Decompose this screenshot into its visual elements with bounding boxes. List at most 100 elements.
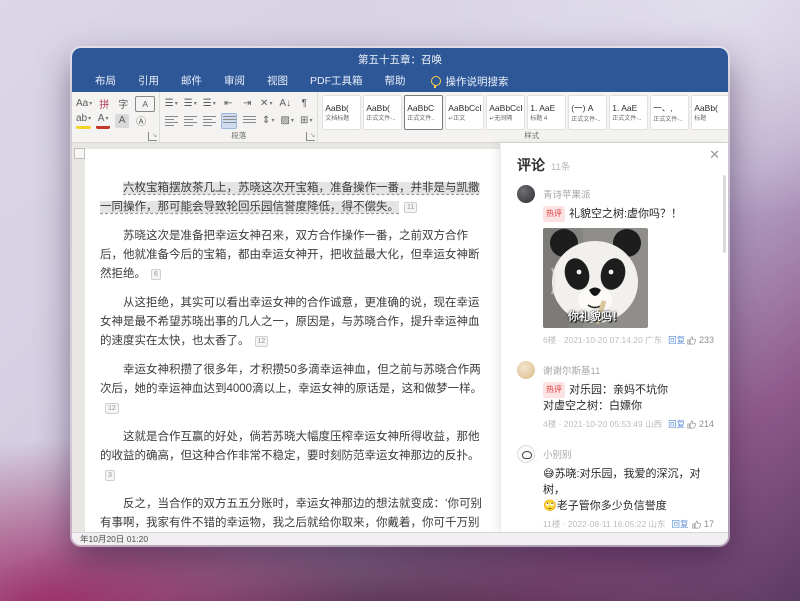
style-gallery-item[interactable]: 1. AaE 正式文件-.. — [609, 95, 648, 130]
paragraph-comment-badge[interactable]: 12 — [255, 336, 269, 347]
align-left-button[interactable] — [164, 114, 178, 128]
document-paragraph: 这就是合作互赢的好处，倘若苏晓大幅度压榨幸运女神所得收益，那他的收益的确高，但这… — [100, 428, 490, 485]
style-gallery-item[interactable]: 1. AaE 标题 4 — [527, 95, 566, 130]
align-center-button[interactable] — [183, 114, 197, 128]
paragraph-comment-badge[interactable]: 6 — [151, 269, 161, 280]
style-gallery-item[interactable]: AaBbCcD ↵无间隔 — [486, 95, 525, 130]
style-preview: 一、, — [653, 102, 686, 114]
line-spacing-button[interactable]: ⇕▾ — [261, 114, 275, 128]
style-preview: (一) A — [571, 102, 604, 114]
window-title: 第五十五章：召唤 — [358, 52, 442, 67]
paragraph-comment-badge[interactable]: 12 — [105, 403, 119, 414]
character-shading-button[interactable]: A — [115, 114, 129, 128]
comment-image-caption: 你礼貌吗！ — [543, 308, 648, 324]
ribbon-tab[interactable]: 视图 — [256, 75, 299, 87]
like-button[interactable]: 214 — [687, 419, 714, 429]
avatar[interactable] — [517, 185, 535, 203]
bullets-button[interactable]: ☰▾ — [164, 97, 178, 111]
style-preview: AaBbC — [407, 103, 440, 113]
comment-text-line: 😅苏晓:对乐园，我爱的深沉，对树， — [543, 466, 714, 498]
ribbon-tab[interactable]: 审阅 — [213, 75, 256, 87]
paragraph-dialog-launcher[interactable]: ↘ — [306, 132, 315, 141]
text-highlight-button[interactable]: ab▾ — [76, 112, 91, 129]
style-gallery-item[interactable]: AaBbC 正式文件.. — [404, 95, 443, 130]
close-icon[interactable]: ✕ — [709, 147, 720, 163]
reply-link[interactable]: 回复 — [668, 418, 685, 430]
tell-me-label: 操作说明搜索 — [446, 74, 509, 89]
style-gallery-item[interactable]: AaBb( 标题 — [691, 95, 728, 130]
avatar[interactable] — [517, 361, 535, 379]
ruler-corner-box[interactable] — [74, 148, 85, 159]
document-paragraph: 幸运女神积攒了很多年，才积攒50多滴幸运神血，但之前与苏晓合作两次后，她的幸运神… — [100, 361, 490, 418]
font-group: Aa▾ 拼 字 A ab▾ A▾ A Ⓐ ↘ — [72, 92, 159, 142]
style-label: 正式文件-.. — [653, 114, 686, 123]
distribute-button[interactable] — [242, 114, 256, 128]
like-count: 17 — [704, 519, 714, 529]
style-gallery-item[interactable]: AaBb( 文档标题 — [322, 95, 361, 130]
ribbon-tab[interactable]: 布局 — [84, 75, 127, 87]
character-scaling-button[interactable]: 字 — [116, 97, 130, 111]
lightbulb-icon — [431, 76, 441, 86]
desktop-background: 第五十五章：召唤 布局引用邮件审阅视图PDF工具箱帮助 操作说明搜索 Aa▾ 拼… — [0, 0, 800, 601]
title-bar: 第五十五章：召唤 — [72, 48, 728, 70]
tell-me-search[interactable]: 操作说明搜索 — [431, 74, 509, 89]
comment-text-line: 热评对乐园：亲妈不坑你 — [543, 382, 714, 398]
paragraph-comment-badge[interactable]: 11 — [404, 202, 417, 213]
style-preview: AaBbCcD — [489, 103, 522, 113]
numbering-button[interactable]: ☰▾ — [183, 97, 197, 111]
comment-username[interactable]: 小别别 — [543, 447, 714, 461]
ribbon-tab[interactable]: 邮件 — [170, 75, 213, 87]
document-paragraph: 反之，当合作的双方五五分账时，幸运女神那边的想法就变成：‘你可别有事啊，我家有件… — [100, 495, 490, 533]
change-case-button[interactable]: Aa▾ — [76, 97, 92, 111]
comments-count: 11条 — [551, 159, 570, 173]
comment-text-line: 热评礼貌空之树:虚你吗？！ — [543, 206, 714, 222]
paragraph-comment-badge[interactable]: 3 — [105, 470, 115, 481]
thumbs-up-icon — [687, 336, 696, 345]
align-right-button[interactable] — [202, 114, 216, 128]
borders-button[interactable]: ⊞▾ — [299, 114, 313, 128]
comments-title: 评论 — [517, 155, 545, 175]
sort-button[interactable]: A↓ — [278, 97, 292, 111]
ribbon-tab[interactable]: 引用 — [127, 75, 170, 87]
style-gallery-item[interactable]: (一) A 正式文件-.. — [568, 95, 607, 130]
phonetic-guide-button[interactable]: 拼 — [97, 97, 111, 111]
style-preview: AaBb( — [366, 103, 399, 113]
asian-layout-button[interactable]: ✕▾ — [259, 97, 273, 111]
ribbon-tab[interactable]: PDF工具箱 — [299, 75, 374, 87]
style-preview: 1. AaE — [612, 103, 645, 113]
document-paragraph: 六枚宝箱摆放茶几上，苏晓这次开宝箱，准备操作一番，并非是与凯撒一同操作，那可能会… — [100, 179, 490, 217]
status-bar: 年10月20日 01:20 — [72, 532, 728, 545]
comment-meta: 4楼 · 2021-10-20 05:53:49 山西 — [543, 418, 662, 430]
multilevel-list-button[interactable]: ☰▾ — [202, 97, 216, 111]
comment-username[interactable]: 青诗苹果派 — [543, 187, 714, 201]
decrease-indent-button[interactable]: ⇤ — [221, 97, 235, 111]
font-color-button[interactable]: A▾ — [96, 112, 110, 129]
style-gallery-item[interactable]: AaBb( 正式文件-.. — [363, 95, 402, 130]
hot-comment-badge: 热评 — [543, 206, 565, 222]
style-gallery-item[interactable]: 一、, 正式文件-.. — [650, 95, 689, 130]
style-gallery-item[interactable]: AaBbCcD ↵正文 — [445, 95, 484, 130]
enclose-characters-button[interactable]: Ⓐ — [134, 114, 148, 128]
reply-link[interactable]: 回复 — [668, 334, 685, 346]
character-border-button[interactable]: A — [135, 96, 155, 112]
avatar[interactable] — [517, 445, 535, 463]
like-button[interactable]: 17 — [692, 519, 714, 529]
like-button[interactable]: 233 — [687, 335, 714, 345]
style-gallery: AaBb( 文档标题 AaBb( 正式文件-.. AaBbC 正式文件.. Aa… — [322, 95, 728, 130]
style-label: ↵正文 — [448, 113, 481, 122]
comment-username[interactable]: 谢谢尔斯基11 — [543, 363, 714, 377]
justify-button[interactable] — [221, 113, 237, 129]
comment-image[interactable]: 你礼貌吗！ — [543, 228, 648, 328]
comment-item: 小别别 😅苏晓:对乐园，我爱的深沉，对树，🙄老子管你多少负信誉度 11楼 · 2… — [517, 445, 714, 530]
increase-indent-button[interactable]: ⇥ — [240, 97, 254, 111]
show-marks-button[interactable]: ¶ — [297, 97, 311, 111]
document-paragraph: 从这拒绝，其实可以看出幸运女神的合作诚意，更准确的说，现在幸运女神是最不希望苏晓… — [100, 294, 490, 351]
font-dialog-launcher[interactable]: ↘ — [148, 132, 157, 141]
reply-link[interactable]: 回复 — [672, 518, 689, 530]
comments-scrollbar[interactable] — [723, 175, 726, 253]
ribbon-tab[interactable]: 帮助 — [374, 75, 417, 87]
shading-button[interactable]: ▨▾ — [280, 114, 294, 128]
hot-comment-badge: 热评 — [543, 382, 565, 398]
comment-text-line: 对虚空之树：白嫖你 — [543, 398, 714, 414]
comment-meta: 6楼 · 2021-10-20 07:14:20 广东 — [543, 334, 662, 346]
